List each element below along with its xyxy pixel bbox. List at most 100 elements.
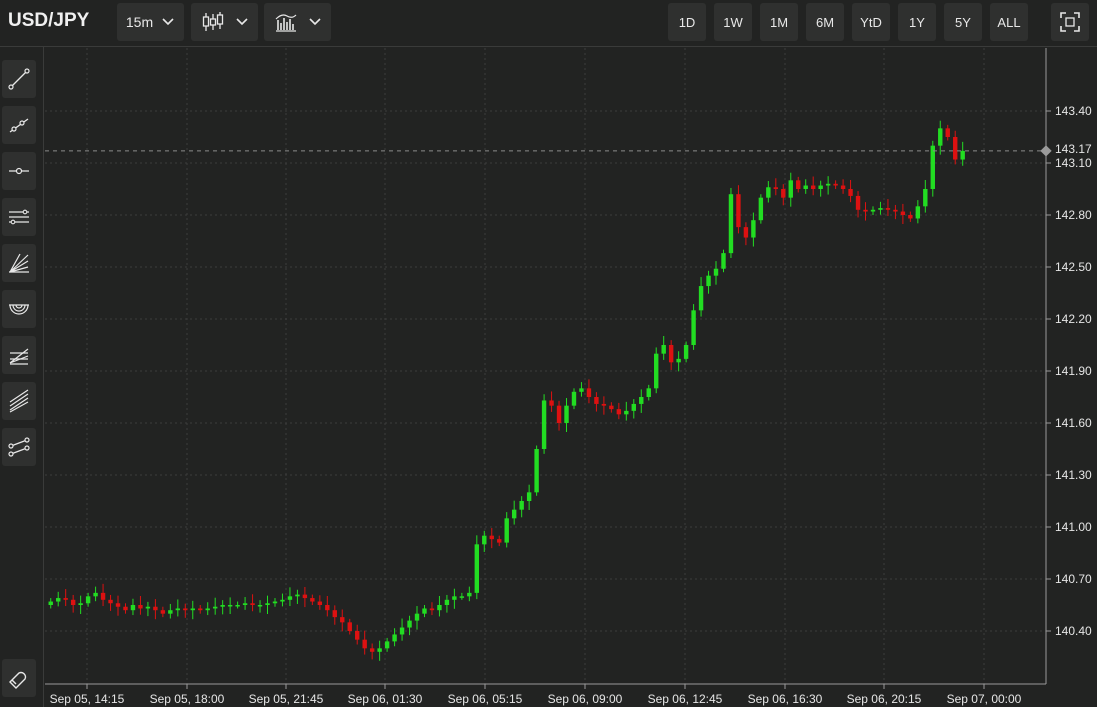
candle-body: [497, 539, 502, 543]
candle-body: [953, 137, 958, 160]
range-all-button[interactable]: ALL: [990, 3, 1028, 41]
top-toolbar: USD/JPY 15m 1D 1W 1M 6M YtD 1Y 5Y ALL: [0, 0, 1097, 47]
candle-body: [242, 603, 248, 605]
candle-body: [422, 608, 427, 614]
trend-line-tool[interactable]: [2, 60, 36, 98]
candle-body: [212, 606, 218, 609]
candle-body: [646, 388, 651, 397]
candle-body: [257, 605, 263, 607]
range-1y-button[interactable]: 1Y: [898, 3, 936, 41]
y-tick-label: 143.40: [1055, 104, 1092, 118]
candle-body: [489, 535, 494, 540]
fibonacci-arc-tool[interactable]: [2, 290, 36, 328]
pitchfork-icon: [9, 389, 29, 413]
range-6m-button[interactable]: 6M: [806, 3, 844, 41]
pitchfork-tool[interactable]: [2, 382, 36, 420]
x-tick-label: Sep 05, 18:00: [150, 692, 225, 706]
candle-body: [788, 180, 793, 198]
candle-body: [138, 605, 143, 609]
ray-tool[interactable]: [2, 106, 36, 144]
y-tick-label: 142.20: [1055, 312, 1092, 326]
parallel-channel-tool[interactable]: [2, 198, 36, 236]
y-tick-label: 143.10: [1055, 156, 1092, 170]
current-price-label: 143.17: [1055, 142, 1092, 156]
plot-area: [45, 48, 1046, 684]
candle-body: [683, 345, 689, 359]
candle-body: [168, 610, 173, 614]
x-tick-label: Sep 06, 12:45: [648, 692, 723, 706]
candle-body: [93, 592, 98, 597]
candle-body: [893, 209, 898, 212]
range-5y-button[interactable]: 5Y: [944, 3, 982, 41]
indicators-selector[interactable]: [264, 3, 331, 41]
candle-body: [198, 608, 203, 611]
x-tick-label: Sep 06, 09:00: [548, 692, 623, 706]
candle-body: [549, 400, 554, 406]
candle-body: [915, 206, 921, 219]
candle-body: [885, 208, 891, 210]
candle-body: [100, 592, 106, 600]
x-tick-label: Sep 06, 20:15: [847, 692, 922, 706]
candle-body: [429, 608, 435, 611]
candle-body: [220, 605, 225, 607]
candle-body: [459, 596, 465, 598]
time-axis: Sep 05, 14:15 Sep 05, 18:00 Sep 05, 21:45 S…: [45, 683, 1046, 706]
candle-body: [908, 215, 913, 219]
candle-body: [85, 596, 91, 604]
candle-body: [190, 608, 195, 611]
trend-line-icon: [8, 68, 30, 90]
y-tick-label: 141.90: [1055, 364, 1092, 378]
magnet-tool[interactable]: [2, 659, 36, 697]
candle-body: [818, 185, 823, 189]
candle-body: [571, 391, 577, 406]
fibonacci-retracement-icon: [9, 348, 29, 365]
candle-body: [579, 388, 584, 392]
candle-body: [938, 128, 943, 146]
candle-body: [235, 605, 240, 607]
candle-body: [721, 253, 726, 269]
candle-body: [900, 211, 906, 215]
candlestick-icon: [202, 12, 223, 31]
candle-body: [78, 603, 83, 605]
candle-body: [474, 544, 480, 593]
candle-body: [130, 605, 136, 611]
range-1m-button[interactable]: 1M: [760, 3, 798, 41]
candle-body: [280, 599, 285, 602]
candle-body: [444, 599, 450, 605]
fibonacci-retracement-tool[interactable]: [2, 336, 36, 374]
price-chart[interactable]: 140.40 140.70 141.00 141.30 141.60 141.90 142.…: [0, 0, 1097, 707]
candle-body: [796, 180, 801, 189]
fullscreen-button[interactable]: [1051, 3, 1089, 41]
polyline-tool[interactable]: [2, 428, 36, 466]
y-tick-label: 140.70: [1055, 572, 1092, 586]
horizontal-line-tool[interactable]: [2, 152, 36, 190]
candle-body: [773, 187, 779, 189]
candle-body: [556, 405, 562, 423]
candle-body: [504, 518, 509, 543]
candle-body: [384, 641, 390, 649]
candle-body: [616, 409, 622, 415]
candle-body: [160, 610, 166, 614]
candle-body: [743, 227, 749, 238]
candle-body: [713, 268, 719, 276]
candle-body: [923, 189, 928, 207]
candle-body: [624, 410, 629, 415]
y-tick-label: 140.40: [1055, 624, 1092, 638]
range-ytd-button[interactable]: YtD: [852, 3, 890, 41]
chart-type-selector[interactable]: [191, 3, 258, 41]
candle-body: [825, 183, 831, 186]
candle-body: [766, 187, 771, 198]
x-tick-label: Sep 05, 21:45: [249, 692, 324, 706]
candle-body: [175, 608, 181, 611]
candle-body: [108, 599, 113, 604]
range-1w-button[interactable]: 1W: [714, 3, 752, 41]
candle-body: [654, 353, 659, 389]
candle-body: [534, 449, 539, 493]
candle-body: [751, 220, 756, 238]
range-1d-button[interactable]: 1D: [668, 3, 706, 41]
candle-body: [676, 358, 681, 363]
interval-selector[interactable]: 15m: [117, 3, 184, 41]
fan-tool[interactable]: [2, 244, 36, 282]
candle-body: [661, 345, 666, 354]
candle-body: [56, 598, 61, 602]
